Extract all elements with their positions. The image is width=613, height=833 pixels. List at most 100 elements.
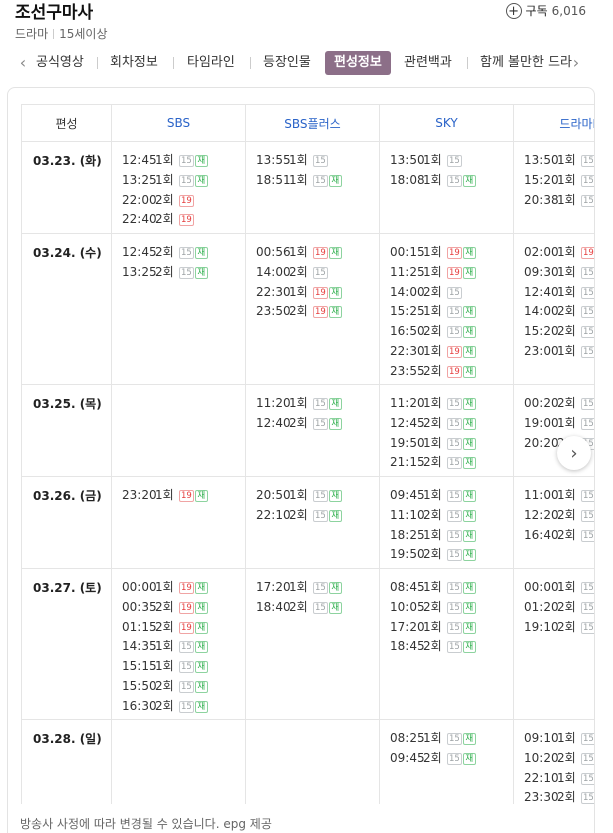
episode-number: 2회 [557,324,576,339]
broadcast-time: 10:05 [390,599,425,614]
age-rating-badge: 19 [179,601,194,614]
episode-number: 1회 [557,153,576,167]
rerun-badge: 재 [194,680,208,693]
chevron-right-icon[interactable]: › [569,53,583,73]
broadcast-slot: 19:501회 15 재 [390,434,513,454]
age-rating-badge: 15 [313,601,328,614]
program-title[interactable]: 조선구마사 [15,2,93,24]
age-rating-badge: 15 [447,417,462,430]
broadcast-time: 20:38 [524,192,559,207]
tab-episode-info[interactable]: 회차정보 [110,51,158,75]
broadcast-slot: 15:201회15재 [524,171,594,191]
schedule-cell: 11:201회 15 재 12:452회 15 재 19:501회 15 재 21:152회 15 재 [379,384,514,477]
broadcast-time: 00:00 [122,580,157,594]
subscribe-button[interactable]: + 구독 6,016 [505,2,586,20]
rerun-badge: 재 [194,582,208,594]
episode-number: 2회 [155,264,174,279]
tab-timeline[interactable]: 타임라인 [187,51,235,75]
episode-number: 2회 [423,547,442,562]
broadcast-time: 00:15 [390,245,425,259]
broadcast-time: 13:55 [256,153,291,167]
broadcast-slot: 13:251회 15 재 [122,171,245,191]
age-rating-badge: 15 [313,174,328,187]
broadcast-time: 22:10 [524,770,559,785]
subscribe-label: 구독 [525,4,548,18]
rerun-badge: 재 [462,174,476,187]
broadcast-time: 22:00 [122,192,157,207]
broadcast-slot: 23:552회 19 재 [390,362,513,382]
age-rating-badge: 19 [179,490,194,502]
tab-divider [250,57,251,69]
schedule-cell: 12:451회 15 재 13:251회 15 재 22:002회 19 22:402회 19 [111,141,246,234]
schedule-date: 03.27. (토) [21,568,112,720]
broadcast-time: 08:25 [390,731,425,745]
broadcast-slot: 20:381회15재 [524,191,594,211]
episode-number: 2회 [289,415,308,430]
broadcast-time: 08:45 [390,580,425,594]
tab-recommended[interactable]: 함께 볼만한 드라마 [480,51,573,75]
episode-number: 2회 [557,599,576,614]
rerun-badge: 재 [194,247,208,259]
episode-number: 1회 [289,153,308,167]
episode-number: 1회 [423,488,442,502]
rerun-badge: 재 [462,509,476,522]
broadcast-slot: 11:201회 15 재 [256,394,379,414]
schedule-cell [245,719,380,804]
broadcast-time: 00:20 [524,396,559,410]
episode-number: 1회 [557,284,576,299]
broadcast-time: 19:50 [390,435,425,450]
episode-number: 1회 [289,245,308,259]
age-rating-badge: 19 [447,266,462,279]
age-rating-badge: 15 [581,621,594,634]
table-next-button[interactable]: › [557,436,591,470]
broadcast-slot: 15:202회15재 [524,322,594,342]
age-rating-badge: 15 [447,306,462,319]
broadcast-time: 19:50 [390,547,425,562]
age-rating-badge: 15 [313,155,328,167]
broadcast-time: 12:40 [524,284,559,299]
chevron-left-icon[interactable]: ‹ [16,53,30,73]
broadcast-slot: 16:402회15재 [524,526,594,546]
broadcast-time: 15:20 [524,324,559,339]
broadcast-slot: 01:152회 19 재 [122,618,245,638]
tab-cast[interactable]: 등장인물 [263,51,311,75]
age-rating-badge: 15 [447,529,462,542]
tab-divider [467,57,468,69]
broadcast-time: 12:20 [524,507,559,522]
episode-number: 1회 [557,192,576,207]
schedule-cell: 09:451회 15 재 11:102회 15 재 18:251회 15 재 19:502회 15 재 [379,476,514,569]
episode-number: 2회 [423,455,442,470]
station-header: SBS [111,104,246,142]
broadcast-slot: 18:511회 15 재 [256,171,379,191]
age-rating-badge: 15 [313,266,328,279]
broadcast-slot: 18:402회 15 재 [256,598,379,618]
age-rating-badge: 15 [179,641,194,654]
broadcast-slot: 00:202회15재 [524,394,594,414]
episode-number: 2회 [155,212,174,227]
episode-number: 1회 [423,343,442,358]
episode-number: 2회 [423,750,442,765]
episode-number: 1회 [557,343,576,358]
rerun-badge: 재 [328,582,342,594]
tab-encyclopedia[interactable]: 관련백과 [404,51,452,75]
schedule-row: 03.27. (토) 00:001회 19 재 00:352회 19 재 01:152회 19 재… [21,568,594,720]
broadcast-slot: 15:151회 15 재 [122,657,245,677]
schedule-cell: 00:561회 19 재 14:002회 15 22:301회 19 재 23:502회 19 재 [245,233,380,385]
broadcast-time: 00:35 [122,599,157,614]
schedule-table-scroll[interactable]: 편성 SBS SBS플러스 SKY 드라마H 03.23. (화)12:451회… [21,104,594,804]
age-rating-badge: 15 [313,398,328,410]
rerun-badge: 재 [462,365,476,378]
broadcast-slot: 22:102회 15 재 [256,506,379,526]
schedule-date: 03.24. (수) [21,233,112,385]
program-header: 조선구마사 드라마 15세이상 + 구독 6,016 [0,0,613,48]
rerun-badge: 재 [462,306,476,319]
episode-number: 1회 [423,304,442,319]
broadcast-slot: 16:302회 15 재 [122,697,245,717]
schedule-row: 03.26. (금) 23:201회 19 재 20:501회 15 재 22:102회 15 재… [21,476,594,569]
broadcast-time: 11:20 [390,396,425,410]
tab-schedule[interactable]: 편성정보 [325,51,391,75]
tab-official-videos[interactable]: 공식영상 [36,51,84,75]
episode-number: 1회 [423,527,442,542]
broadcast-slot: 09:101회15재 [524,729,594,749]
age-rating-badge: 15 [581,752,594,765]
